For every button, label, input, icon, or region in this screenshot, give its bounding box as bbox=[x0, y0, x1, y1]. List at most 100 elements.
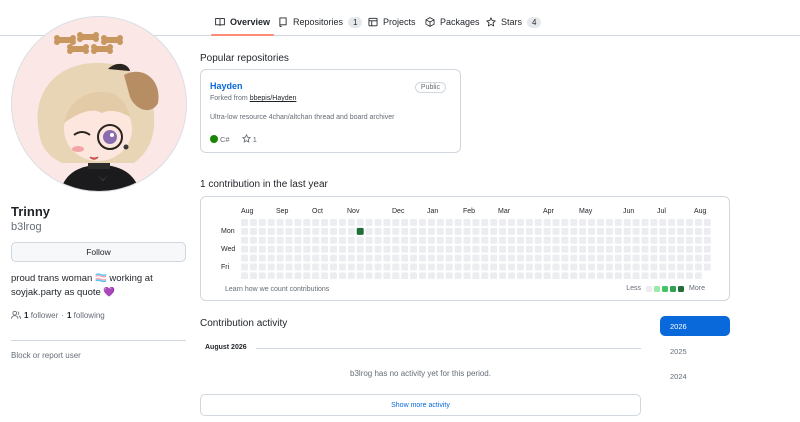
contribution-day bbox=[312, 236, 320, 244]
contribution-day bbox=[561, 245, 569, 253]
contribution-day bbox=[516, 236, 524, 244]
tab-stars[interactable]: Stars 4 bbox=[486, 8, 542, 36]
contribution-day bbox=[588, 236, 596, 244]
contribution-day bbox=[490, 254, 498, 262]
book-icon bbox=[215, 18, 225, 26]
year-2025[interactable]: 2025 bbox=[660, 341, 730, 361]
day-label: Mon bbox=[221, 228, 235, 235]
day-label: Wed bbox=[221, 246, 236, 253]
contribution-day bbox=[588, 263, 596, 271]
forked-from-link[interactable]: bbepis/Hayden bbox=[250, 95, 297, 102]
contribution-day bbox=[650, 219, 658, 226]
contribution-day bbox=[374, 272, 382, 279]
contribution-day bbox=[436, 272, 444, 279]
contribution-day bbox=[659, 236, 667, 244]
contribution-day bbox=[597, 263, 604, 271]
contribution-day bbox=[356, 272, 364, 279]
contribution-day bbox=[632, 263, 640, 271]
contribution-day bbox=[249, 254, 257, 262]
contribution-day bbox=[347, 219, 355, 226]
contribution-day bbox=[605, 263, 613, 271]
repo-name-link[interactable]: Hayden bbox=[210, 81, 243, 91]
contribution-day bbox=[561, 254, 569, 262]
contribution-day bbox=[499, 254, 507, 262]
contribution-day bbox=[285, 245, 293, 253]
contribution-day bbox=[338, 245, 346, 253]
contribution-day bbox=[303, 272, 311, 279]
contribution-day bbox=[481, 263, 489, 271]
contribution-day bbox=[454, 227, 462, 235]
contribution-day bbox=[356, 245, 364, 253]
contribution-day bbox=[303, 263, 311, 271]
repo-card: Hayden Public Forked from bbepis/Hayden … bbox=[200, 69, 461, 153]
contribution-day bbox=[534, 227, 542, 235]
year-2024[interactable]: 2024 bbox=[660, 366, 730, 386]
contribution-day bbox=[249, 227, 257, 235]
contribution-day bbox=[454, 254, 462, 262]
contribution-day bbox=[561, 272, 569, 279]
contribution-day bbox=[383, 236, 391, 244]
tab-repositories[interactable]: Repositories 1 bbox=[278, 8, 363, 36]
contribution-day bbox=[570, 245, 578, 253]
contribution-day bbox=[703, 263, 711, 271]
contribution-day bbox=[508, 272, 515, 279]
contribution-day bbox=[623, 236, 631, 244]
contribution-day bbox=[401, 263, 409, 271]
contribution-day bbox=[490, 263, 498, 271]
contribution-day bbox=[481, 227, 489, 235]
contribution-day bbox=[472, 254, 480, 262]
tab-projects[interactable]: Projects bbox=[368, 8, 416, 36]
year-2026[interactable]: 2026 bbox=[660, 316, 730, 336]
contribution-day bbox=[588, 245, 596, 253]
contribution-day bbox=[401, 254, 409, 262]
contribution-day bbox=[303, 236, 311, 244]
contribution-day bbox=[614, 245, 622, 253]
follow-button[interactable]: Follow bbox=[11, 242, 186, 262]
block-report-link[interactable]: Block or report user bbox=[11, 351, 81, 360]
contribution-day bbox=[338, 236, 346, 244]
contribution-day bbox=[605, 227, 613, 235]
contribution-day bbox=[490, 272, 498, 279]
legend-swatch bbox=[678, 285, 685, 292]
contribution-day bbox=[294, 263, 302, 271]
followers-link[interactable]: 1 follower bbox=[24, 311, 58, 320]
month-label: Nov bbox=[347, 208, 360, 215]
contribution-day bbox=[632, 254, 640, 262]
profile-name: Trinny bbox=[11, 204, 51, 219]
following-label: following bbox=[73, 310, 105, 320]
contribution-day bbox=[623, 227, 631, 235]
contribution-day bbox=[472, 263, 480, 271]
contribution-day bbox=[552, 219, 560, 226]
contribution-day bbox=[294, 227, 302, 235]
contribution-day bbox=[410, 227, 418, 235]
contribution-day bbox=[570, 263, 578, 271]
contribution-day bbox=[579, 227, 587, 235]
contribution-day bbox=[294, 245, 302, 253]
contribution-day bbox=[419, 272, 426, 279]
contribution-day bbox=[650, 272, 658, 279]
contribution-day bbox=[383, 272, 391, 279]
following-link[interactable]: 1 following bbox=[67, 311, 105, 320]
contribution-day bbox=[499, 263, 507, 271]
tab-packages[interactable]: Packages bbox=[425, 8, 480, 36]
tab-overview[interactable]: Overview bbox=[210, 8, 275, 36]
repo-stars-link[interactable]: 1 bbox=[241, 133, 257, 144]
month-label: Jan bbox=[427, 208, 439, 215]
contribution-day bbox=[374, 236, 382, 244]
tab-overview-label: Overview bbox=[230, 17, 271, 27]
learn-contributions-link[interactable]: Learn how we count contributions bbox=[225, 286, 329, 293]
contribution-day bbox=[543, 227, 551, 235]
contribution-day bbox=[419, 245, 426, 253]
contribution-day bbox=[605, 254, 613, 262]
contribution-day bbox=[686, 219, 693, 226]
avatar[interactable] bbox=[11, 16, 187, 192]
contribution-day bbox=[472, 227, 480, 235]
contribution-day bbox=[534, 245, 542, 253]
contribution-day bbox=[436, 254, 444, 262]
contribution-day bbox=[543, 245, 551, 253]
month-label: Sep bbox=[276, 208, 289, 215]
contribution-day bbox=[632, 219, 640, 226]
show-more-activity-button[interactable]: Show more activity bbox=[200, 394, 641, 416]
contribution-day bbox=[392, 263, 400, 271]
month-label: Apr bbox=[543, 208, 554, 215]
